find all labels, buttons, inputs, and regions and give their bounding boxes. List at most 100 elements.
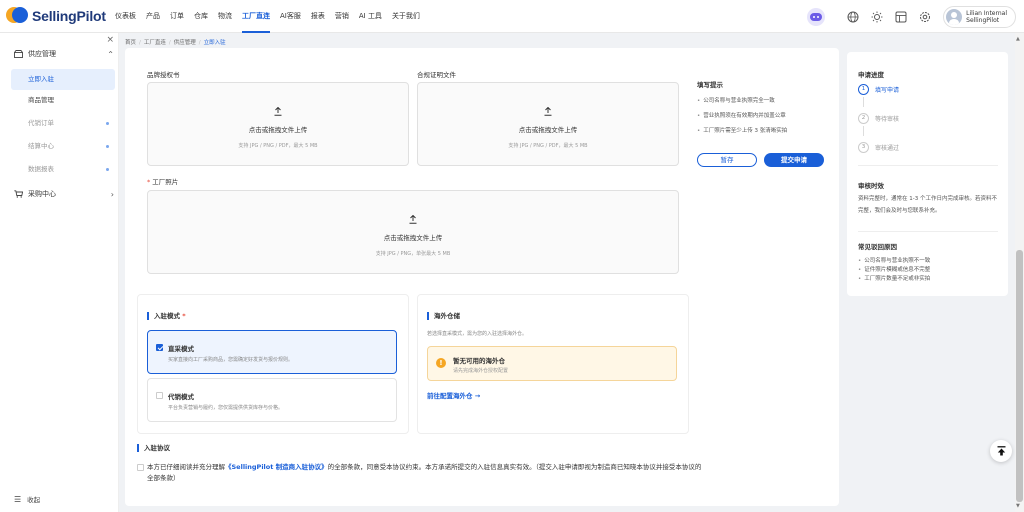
upload-icon: [544, 107, 552, 116]
ai-assistant-icon[interactable]: [807, 7, 826, 26]
step-1: 1 填写申请: [858, 84, 899, 95]
chevron-up-icon: ⌃: [107, 49, 114, 59]
save-draft-button[interactable]: 暂存: [697, 153, 757, 167]
nav-item-8[interactable]: 营销: [330, 0, 354, 33]
sidebar-group-purchase[interactable]: 采购中心 ›: [14, 189, 114, 199]
supply-icon: [14, 50, 23, 58]
tips-title: 填写提示: [697, 81, 723, 89]
tip-item: 营业执照须在有效期内并加盖公章: [697, 111, 787, 126]
mode-title: 入驻模式 *: [147, 312, 188, 320]
sidebar-item-label: 结算中心: [28, 142, 54, 150]
nav-item-9[interactable]: AI 工具: [354, 0, 387, 33]
configure-overseas-link[interactable]: 前往配置海外仓 →: [427, 390, 480, 400]
overseas-warning: ! 暂无可用的海外仓 请先完成海外仓授权配置: [427, 346, 677, 381]
status-dot: [106, 168, 109, 171]
overseas-desc: 若选择直采模式，需为您的入驻选择海外仓。: [427, 331, 528, 337]
sidebar-collapse-button[interactable]: ☰ 收起: [14, 494, 41, 505]
step-2: 2 等待审核: [858, 113, 899, 124]
settings-gear-icon[interactable]: [919, 11, 931, 23]
upload-action: 点击或拖拽文件上传: [248, 126, 308, 134]
arrow-up-icon: [997, 446, 1005, 456]
faq-title: 常见驳回原因: [858, 243, 897, 251]
nav-item-6[interactable]: AI客服: [275, 0, 306, 33]
sidebar-item[interactable]: 立即入驻: [11, 69, 115, 90]
user-menu[interactable]: Lilian Internal SellingPilot: [943, 5, 1016, 28]
required-mark: *: [182, 312, 186, 320]
mode-option-consign[interactable]: 代销模式 平台负责营销与履约，您仅需提供供货库存与价格。: [147, 378, 397, 422]
upload-icon: [409, 215, 417, 224]
agreement-checkbox[interactable]: [137, 464, 144, 471]
breadcrumb-home[interactable]: 首页: [125, 40, 136, 46]
breadcrumb-factory[interactable]: 工厂直连: [144, 40, 166, 46]
warning-title: 暂无可用的海外仓: [453, 357, 505, 365]
breadcrumb-supply[interactable]: 供应管理: [174, 40, 196, 46]
nav-item-4[interactable]: 物流: [213, 0, 237, 33]
cart-icon: [14, 190, 23, 198]
breadcrumb: 首页 / 工厂直连 / 供应管理 / 立即入驻: [125, 40, 226, 46]
sidebar-group-label: 供应管理: [28, 50, 56, 58]
nav-item-7[interactable]: 报表: [306, 0, 330, 33]
sidebar-close-icon[interactable]: ×: [106, 35, 114, 45]
sidebar-item[interactable]: 数据报表: [11, 159, 115, 180]
progress-panel: 申请进度 1 填写申请 2 等待审核 3 审核通过 审核时效 资料完整时，通常在 1-…: [847, 52, 1008, 296]
agreement-text: 本方已仔细阅读并充分理解《SellingPilot 制造商入驻协议》的全部条款，…: [147, 463, 702, 482]
brand-auth-upload[interactable]: 点击或拖拽文件上传 支持 JPG / PNG / PDF，最大 5 MB: [147, 82, 409, 166]
scrollbar-thumb[interactable]: [1016, 250, 1023, 502]
upload-hint: 支持 JPG / PNG / PDF，最大 5 MB: [238, 143, 318, 149]
globe-icon[interactable]: [847, 11, 859, 23]
factory-photos-label: * 工厂照片: [147, 178, 179, 186]
required-mark: *: [147, 178, 151, 186]
upload-hint: 支持 JPG / PNG / PDF，最大 5 MB: [508, 143, 588, 149]
nav-item-0[interactable]: 仪表板: [110, 0, 141, 33]
chevron-right-icon: ›: [110, 189, 114, 199]
sidebar-item[interactable]: 代销订单: [11, 113, 115, 134]
faq-item: 工厂照片数量不足或非实拍: [858, 274, 930, 283]
sidebar: × 供应管理 ⌃ 立即入驻商品管理代销订单结算中心数据报表 采购中心 › ☰ 收…: [0, 33, 119, 512]
back-to-top-button[interactable]: [990, 440, 1012, 462]
tip-item: 公司名称与营业执照完全一致: [697, 96, 787, 111]
timing-text: 资料完整时，通常在 1-3 个工作日内完成审核。若资料不完整，我们会及时与您联系…: [858, 196, 997, 214]
progress-title: 申请进度: [858, 71, 884, 79]
mode-option-direct[interactable]: 直采模式 买家直接向工厂采购商品，您需确定好发货与报价规则。: [147, 330, 397, 374]
nav-item-2[interactable]: 订单: [165, 0, 189, 33]
brand-auth-label: 品牌授权书: [147, 71, 180, 79]
nav-item-3[interactable]: 仓库: [189, 0, 213, 33]
app-name: SellingPilot: [32, 8, 106, 24]
factory-photos-upload[interactable]: 点击或拖拽文件上传 支持 JPG / PNG，单张最大 5 MB: [147, 190, 679, 274]
logo-mark-icon: [6, 5, 28, 27]
scroll-down-icon[interactable]: ▼: [1016, 503, 1020, 509]
nav-item-1[interactable]: 产品: [141, 0, 165, 33]
sidebar-item-label: 商品管理: [28, 96, 54, 104]
mode-checkbox[interactable]: [156, 392, 163, 399]
nav-item-5[interactable]: 工厂直连: [237, 0, 275, 33]
theme-sun-icon[interactable]: [871, 11, 883, 23]
faq-list: 公司名称与营业执照不一致 证件照片模糊或信息不完整 工厂照片数量不足或非实拍: [858, 256, 930, 283]
scroll-up-icon[interactable]: ▲: [1016, 36, 1020, 42]
sidebar-item[interactable]: 结算中心: [11, 136, 115, 157]
agreement-link[interactable]: 《SellingPilot 制造商入驻协议》: [225, 463, 328, 471]
faq-item: 公司名称与营业执照不一致: [858, 256, 930, 265]
sidebar-group-label: 采购中心: [28, 190, 56, 198]
avatar: [946, 8, 963, 25]
status-dot: [106, 122, 109, 125]
layout-icon[interactable]: [895, 11, 907, 23]
sidebar-item-label: 立即入驻: [28, 75, 54, 83]
collapse-icon: ☰: [14, 494, 22, 504]
sidebar-item[interactable]: 商品管理: [11, 90, 115, 111]
compliance-upload[interactable]: 点击或拖拽文件上传 支持 JPG / PNG / PDF，最大 5 MB: [417, 82, 679, 166]
status-dot: [106, 145, 109, 148]
main-content: 品牌授权书 点击或拖拽文件上传 支持 JPG / PNG / PDF，最大 5 …: [125, 48, 839, 506]
upload-action: 点击或拖拽文件上传: [518, 126, 578, 134]
warning-desc: 请先完成海外仓授权配置: [453, 368, 509, 374]
tips-list: 公司名称与营业执照完全一致 营业执照须在有效期内并加盖公章 工厂照片需至少上传 …: [697, 96, 787, 141]
breadcrumb-current: 立即入驻: [203, 40, 226, 46]
nav-item-10[interactable]: 关于我们: [387, 0, 425, 33]
app-logo[interactable]: SellingPilot: [6, 5, 110, 27]
submit-button[interactable]: 提交申请: [764, 153, 824, 167]
top-navbar: SellingPilot 仪表板 产品 订单 仓库 物流 工厂直连 AI客服 报表 营销 AI 工…: [0, 0, 1024, 33]
sidebar-group-supply[interactable]: 供应管理 ⌃: [14, 49, 114, 59]
warning-icon: !: [436, 358, 446, 368]
mode-checkbox[interactable]: [156, 344, 163, 351]
collapse-label: 收起: [27, 496, 41, 504]
upload-hint: 支持 JPG / PNG，单张最大 5 MB: [375, 251, 451, 257]
